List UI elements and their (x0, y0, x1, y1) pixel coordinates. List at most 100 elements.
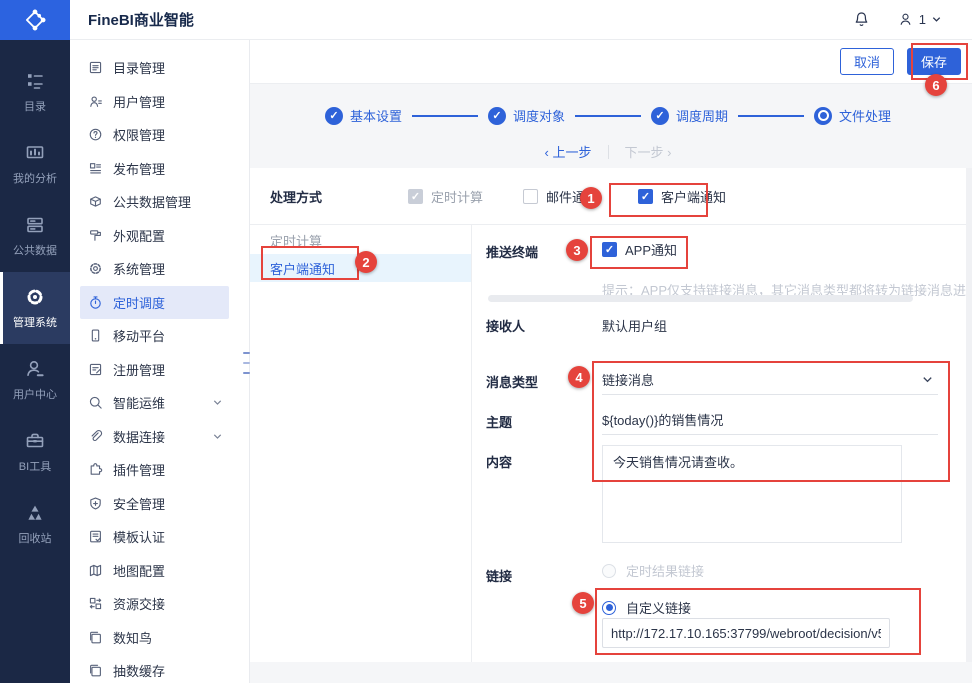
save-button[interactable]: 保存 (907, 48, 961, 75)
annotation-badge-2: 2 (355, 251, 377, 273)
finebi-logo[interactable] (0, 0, 70, 40)
menu-item-ops[interactable]: 智能运维 (80, 386, 229, 420)
rail-item-recycle[interactable]: 回收站 (0, 488, 70, 560)
menu-item-catalog-mgr[interactable]: 目录管理 (80, 51, 229, 85)
catalog-mgr-icon (88, 60, 103, 75)
file-handling-panel: 处理方式 ✓ 定时计算 邮件通知 ✓ 客户端通知 定时计算客户端通知 推送终端 … (250, 168, 966, 662)
step-current-icon (814, 107, 832, 125)
bell-icon[interactable] (852, 10, 871, 29)
menu-item-template-cert[interactable]: 模板认证 (80, 520, 229, 554)
menu-item-copy-doc[interactable]: 数知鸟 (80, 621, 229, 655)
appearance-icon (88, 228, 103, 243)
subject-value: ${today()}的销售情况 (602, 410, 723, 429)
custom-link-input[interactable]: http://172.17.10.165:37799/webroot/decis… (602, 618, 890, 648)
menu-item-schedule[interactable]: 定时调度 (80, 286, 229, 320)
wizard-step-1[interactable]: ✓ 基本设置 (325, 106, 402, 125)
subject-input[interactable]: ${today()}的销售情况 (602, 405, 938, 435)
step-nav-divider (608, 145, 609, 159)
step-done-icon: ✓ (488, 107, 506, 125)
menu-item-map[interactable]: 地图配置 (80, 554, 229, 588)
resource-handover-icon (88, 596, 103, 611)
msg-type-select[interactable]: 链接消息 (602, 365, 938, 395)
annotation-badge-3: 3 (566, 239, 588, 261)
panel-collapse-handle[interactable] (243, 352, 250, 374)
security-icon (88, 496, 103, 511)
next-step-button[interactable]: 下一步 › (625, 142, 672, 161)
menu-item-plugin[interactable]: 插件管理 (80, 453, 229, 487)
wizard-step-4[interactable]: 文件处理 (814, 106, 891, 125)
app-notify-checkbox[interactable]: ✓ APP通知 (602, 240, 677, 259)
horizontal-scrollbar[interactable] (488, 295, 913, 302)
menu-item-user-mgr[interactable]: 用户管理 (80, 85, 229, 119)
rail-item-catalog[interactable]: 目录 (0, 56, 70, 128)
prev-step-button[interactable]: ‹ 上一步 (545, 142, 592, 161)
menu-item-register[interactable]: 注册管理 (80, 353, 229, 387)
system-icon (88, 261, 103, 276)
chevron-down-icon (931, 14, 942, 25)
process-option-1[interactable]: ✓ 定时计算 (408, 187, 483, 206)
recycle-icon (24, 502, 46, 524)
subject-label: 主题 (486, 412, 512, 431)
link-radio-1[interactable]: 定时结果链接 (602, 561, 704, 580)
rail-item-bi-tools[interactable]: BI工具 (0, 416, 70, 488)
menu-item-resource-handover[interactable]: 资源交接 (80, 587, 229, 621)
menu-item-system[interactable]: 系统管理 (80, 252, 229, 286)
step-connector (738, 115, 804, 117)
annotation-badge-1: 1 (580, 187, 602, 209)
menu-item-publish[interactable]: 发布管理 (80, 152, 229, 186)
chevron-down-icon (212, 397, 223, 408)
receiver-label: 接收人 (486, 316, 525, 335)
content-value: 今天销售情况请查收。 (613, 455, 743, 470)
register-icon (88, 362, 103, 377)
content-textarea[interactable]: 今天销售情况请查收。 (602, 445, 902, 543)
rail-item-analysis[interactable]: 我的分析 (0, 128, 70, 200)
menu-item-data-connection[interactable]: 数据连接 (80, 420, 229, 454)
permission-icon (88, 127, 103, 142)
process-option-3[interactable]: ✓ 客户端通知 (638, 187, 726, 206)
menu-item-public-data-mgr[interactable]: 公共数据管理 (80, 185, 229, 219)
vertical-scrollbar[interactable] (966, 168, 972, 662)
ops-icon (88, 395, 103, 410)
wizard-step-2[interactable]: ✓ 调度对象 (488, 106, 565, 125)
step-connector (575, 115, 641, 117)
template-cert-icon (88, 529, 103, 544)
step-done-icon: ✓ (651, 107, 669, 125)
link-radio-2[interactable]: 自定义链接 (602, 598, 691, 617)
bi-tools-icon (24, 430, 46, 452)
action-bar: 取消 保存 (250, 40, 972, 84)
divider (471, 224, 472, 662)
cancel-button[interactable]: 取消 (840, 48, 894, 75)
menu-item-permission[interactable]: 权限管理 (80, 118, 229, 152)
checkbox-unchecked-icon (523, 189, 538, 204)
public-data-icon (24, 214, 46, 236)
copy-doc-icon (88, 663, 103, 678)
rail-item-manage[interactable]: 管理系统 (0, 272, 70, 344)
push-terminal-label: 推送终端 (486, 242, 538, 261)
rail-item-public-data[interactable]: 公共数据 (0, 200, 70, 272)
menu-item-security[interactable]: 安全管理 (80, 487, 229, 521)
analysis-icon (24, 142, 46, 164)
mobile-icon (88, 328, 103, 343)
annotation-badge-6: 6 (925, 74, 947, 96)
topbar: FineBI商业智能 1 (70, 0, 972, 40)
data-connection-icon (88, 429, 103, 444)
annotation-badge-4: 4 (568, 366, 590, 388)
menu-item-appearance[interactable]: 外观配置 (80, 219, 229, 253)
user-icon (897, 11, 914, 28)
map-icon (88, 563, 103, 578)
notify-type-item-1[interactable]: 定时计算 (250, 226, 471, 254)
wizard-step-3[interactable]: ✓ 调度周期 (651, 106, 728, 125)
custom-link-value: http://172.17.10.165:37799/webroot/decis… (611, 626, 881, 641)
nav-rail: 目录我的分析公共数据管理系统用户中心BI工具回收站 (0, 40, 70, 683)
msg-type-value: 链接消息 (602, 370, 654, 389)
radio-selected-icon (602, 601, 616, 615)
user-menu[interactable]: 1 (897, 11, 942, 28)
app-title: FineBI商业智能 (88, 9, 194, 30)
menu-item-mobile[interactable]: 移动平台 (80, 319, 229, 353)
schedule-icon (88, 295, 103, 310)
rail-item-user-center[interactable]: 用户中心 (0, 344, 70, 416)
step-done-icon: ✓ (325, 107, 343, 125)
annotation-badge-5: 5 (572, 592, 594, 614)
divider (250, 224, 966, 225)
menu-item-copy-doc[interactable]: 抽数缓存 (80, 654, 229, 683)
